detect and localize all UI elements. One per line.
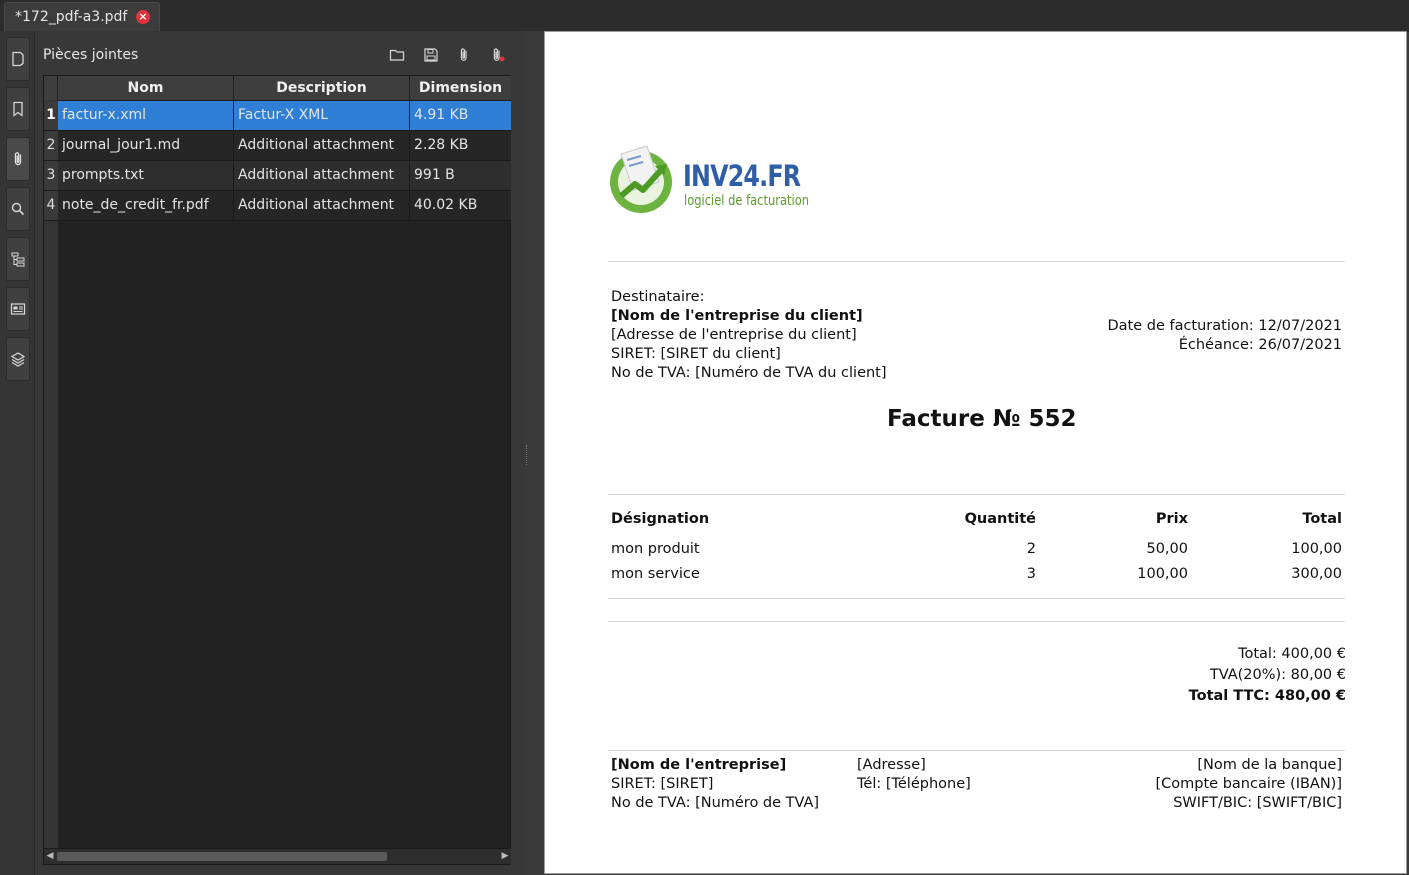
table-header: Nom Description Dimension [44,76,511,101]
attachments-panel: Pièces jointes Nom Description Dimension… [35,31,525,875]
row-number: 4 [44,191,58,220]
logo-emblem-icon [610,145,672,213]
recipient-vat: No de TVA: [Numéro de TVA du client] [611,365,887,381]
logo-name: INV24.FR [683,159,801,193]
splitter-grip[interactable] [526,445,529,465]
recipient-company: [Nom de l'entreprise du client] [611,308,863,324]
footer-address: [Adresse] [857,757,926,773]
search-icon[interactable] [6,187,30,231]
footer-swift: SWIFT/BIC: [SWIFT/BIC] [1173,795,1342,811]
row-number: 1 [44,101,58,130]
item-price: 50,00 [1146,541,1188,557]
attachment-name: prompts.txt [58,161,234,190]
footer-iban: [Compte bancaire (IBAN)] [1155,776,1343,792]
footer-vat: No de TVA: [Numéro de TVA] [611,795,820,811]
divider [608,598,1345,599]
items-header-designation: Désignation [611,511,710,527]
document-tab[interactable]: *172_pdf-a3.pdf × [4,2,160,31]
attachment-description: Factur-X XML [234,101,410,130]
form-fields-icon[interactable] [6,287,30,331]
table-row[interactable]: 4 note_de_credit_fr.pdf Additional attac… [44,191,511,221]
items-header-total: Total [1302,511,1342,527]
footer-bank: [Nom de la banque] [1197,757,1342,773]
subtotal: Total: 400,00 € [1238,646,1346,662]
sidebar-icon-bar [0,31,35,875]
scroll-left-icon[interactable]: ◀ [45,851,55,861]
logo-tagline: logiciel de facturation [684,193,810,209]
item-total: 100,00 [1291,541,1342,557]
attachments-table: Nom Description Dimension 1 factur-x.xml… [43,75,511,865]
due-date: Échéance: 26/07/2021 [1178,337,1342,353]
column-header-name[interactable]: Nom [58,76,234,100]
scrollbar-thumb[interactable] [57,852,387,861]
attachment-description: Additional attachment [234,131,410,160]
tva-amount: TVA(20%): 80,00 € [1209,667,1346,683]
tab-bar: *172_pdf-a3.pdf × [0,0,1409,32]
pdf-page: INV24.FR logiciel de facturation Destina… [544,31,1407,874]
column-header-size[interactable]: Dimension [410,76,511,100]
attachment-size: 40.02 KB [414,197,478,213]
item-total: 300,00 [1291,566,1342,582]
footer-siret: SIRET: [SIRET] [611,776,714,792]
item-quantity: 3 [1026,566,1036,582]
row-number: 2 [44,131,58,160]
divider [608,621,1345,622]
horizontal-scrollbar[interactable]: ◀ ▶ [44,848,511,864]
attachment-name: note_de_credit_fr.pdf [58,191,234,220]
tab-title: *172_pdf-a3.pdf [15,9,128,25]
items-header-quantity: Quantité [964,511,1036,527]
recipient-label: Destinataire: [611,289,705,305]
item-price: 100,00 [1137,566,1188,582]
attachment-size: 991 B [414,167,455,183]
close-tab-icon[interactable]: × [136,10,150,24]
row-number-header [44,76,58,100]
structure-tree-icon[interactable] [6,237,30,281]
footer-company: [Nom de l'entreprise] [611,757,787,773]
attachment-description: Additional attachment [234,191,410,220]
attachment-name: factur-x.xml [58,101,234,130]
page-thumbnails-icon[interactable] [6,37,30,81]
paperclip-icon[interactable] [6,137,30,181]
recipient-address: [Adresse de l'entreprise du client] [611,327,857,343]
attachment-size: 2.28 KB [414,137,469,153]
item-quantity: 2 [1026,541,1036,557]
attachment-name: journal_jour1.md [58,131,234,160]
table-row[interactable]: 2 journal_jour1.md Additional attachment… [44,131,511,161]
footer-phone: Tél: [Téléphone] [857,776,971,792]
recipient-siret: SIRET: [SIRET du client] [611,346,781,362]
table-row[interactable]: 1 factur-x.xml Factur-X XML 4.91 KB [44,101,511,131]
remove-attachment-icon[interactable] [488,45,508,65]
attachment-size: 4.91 KB [414,107,469,123]
bookmark-icon[interactable] [6,87,30,131]
invoice-date: Date de facturation: 12/07/2021 [1107,318,1342,334]
table-row[interactable]: 3 prompts.txt Additional attachment 991 … [44,161,511,191]
save-icon[interactable] [421,45,441,65]
open-folder-icon[interactable] [387,45,407,65]
scroll-right-icon[interactable]: ▶ [500,851,510,861]
item-designation: mon service [611,566,700,582]
divider [608,261,1345,262]
items-header-price: Prix [1155,511,1188,527]
invoice-title: Facture № 552 [887,406,1077,432]
total-ttc: Total TTC: 480,00 € [1188,688,1346,704]
divider [608,750,1345,751]
divider [608,494,1345,495]
panel-title: Pièces jointes [43,47,139,63]
attachment-description: Additional attachment [234,161,410,190]
item-designation: mon produit [611,541,700,557]
row-number: 3 [44,161,58,190]
layers-icon[interactable] [6,337,30,381]
column-header-description[interactable]: Description [234,76,410,100]
add-attachment-icon[interactable] [454,45,474,65]
